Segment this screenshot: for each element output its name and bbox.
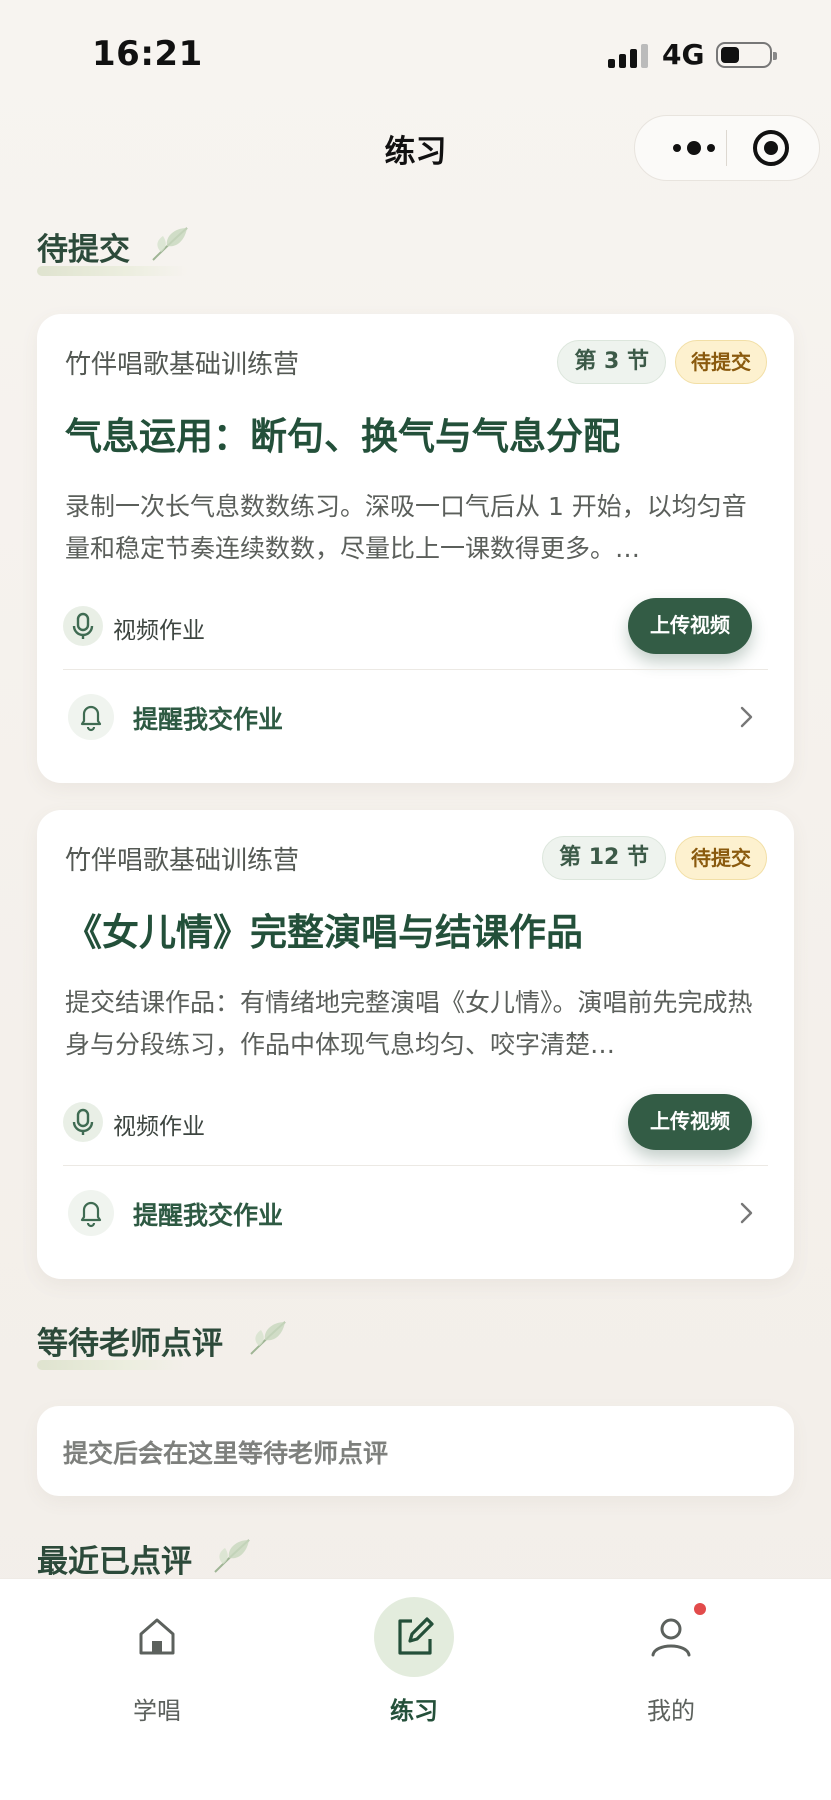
- section-title: 待提交: [37, 232, 130, 268]
- leaf-icon: [214, 1539, 250, 1573]
- tab-label: 学唱: [133, 1697, 181, 1725]
- section-header-pending: 待提交: [37, 224, 188, 284]
- lesson-tag: 第 12 节: [542, 836, 666, 880]
- tab-learn[interactable]: 学唱: [57, 1579, 257, 1729]
- capsule-divider: [726, 130, 727, 166]
- home-icon: [117, 1597, 197, 1677]
- lesson-tag: 第 3 节: [557, 340, 666, 384]
- review-empty-state: 提交后会在这里等待老师点评: [37, 1406, 794, 1496]
- miniprogram-capsule: [634, 115, 820, 181]
- network-type: 4G: [662, 38, 705, 71]
- assignment-type: 视频作业: [113, 1114, 205, 1140]
- status-bar: 16:21 4G: [0, 0, 831, 110]
- section-title: 最近已点评: [37, 1544, 192, 1580]
- battery-icon: [716, 42, 777, 68]
- divider: [63, 1165, 768, 1166]
- tab-label: 我的: [647, 1697, 695, 1725]
- chevron-right-icon: [740, 706, 753, 728]
- tab-practice[interactable]: 练习: [314, 1579, 514, 1729]
- remind-label: 提醒我交作业: [133, 705, 284, 734]
- remind-row[interactable]: 提醒我交作业: [63, 686, 768, 752]
- tab-me[interactable]: 我的: [571, 1579, 771, 1729]
- tab-label: 练习: [390, 1697, 438, 1725]
- course-name: 竹伴唱歌基础训练营: [65, 350, 300, 380]
- leaf-icon: [152, 227, 188, 261]
- status-badge: 待提交: [675, 836, 767, 880]
- remind-row[interactable]: 提醒我交作业: [63, 1182, 768, 1248]
- chevron-right-icon: [740, 1202, 753, 1224]
- close-miniprogram-icon[interactable]: [753, 130, 789, 166]
- notification-dot: [694, 1603, 706, 1615]
- signal-icon: [608, 42, 650, 68]
- edit-icon: [374, 1597, 454, 1677]
- status-time: 16:21: [92, 34, 203, 74]
- section-title: 等待老师点评: [37, 1326, 223, 1362]
- divider: [63, 669, 768, 670]
- assignment-title: 《女儿情》完整演唱与结课作品: [65, 911, 583, 954]
- remind-label: 提醒我交作业: [133, 1201, 284, 1230]
- assignment-card[interactable]: 竹伴唱歌基础训练营 第 12 节 待提交 《女儿情》完整演唱与结课作品 提交结课…: [37, 810, 794, 1279]
- empty-state-text: 提交后会在这里等待老师点评: [63, 1439, 389, 1468]
- assignment-type: 视频作业: [113, 618, 205, 644]
- more-icon[interactable]: [659, 116, 729, 180]
- upload-video-button[interactable]: 上传视频: [628, 598, 752, 654]
- bell-icon: [68, 694, 114, 740]
- assignment-title: 气息运用：断句、换气与气息分配: [65, 415, 620, 458]
- upload-video-button[interactable]: 上传视频: [628, 1094, 752, 1150]
- assignment-description: 提交结课作品：有情绪地完整演唱《女儿情》。演唱前先完成热身与分段练习，作品中体现…: [65, 988, 753, 1059]
- bell-icon: [68, 1190, 114, 1236]
- microphone-icon: [63, 606, 103, 646]
- assignment-description: 录制一次长气息数数练习。深吸一口气后从 1 开始，以均匀音量和稳定节奏连续数数，…: [65, 492, 747, 563]
- leaf-icon: [250, 1321, 286, 1355]
- assignment-card[interactable]: 竹伴唱歌基础训练营 第 3 节 待提交 气息运用：断句、换气与气息分配 录制一次…: [37, 314, 794, 783]
- status-badge: 待提交: [675, 340, 767, 384]
- microphone-icon: [63, 1102, 103, 1142]
- course-name: 竹伴唱歌基础训练营: [65, 846, 300, 876]
- tab-bar: 学唱 练习 我的: [0, 1578, 831, 1800]
- section-header-awaiting-review: 等待老师点评: [37, 1318, 286, 1378]
